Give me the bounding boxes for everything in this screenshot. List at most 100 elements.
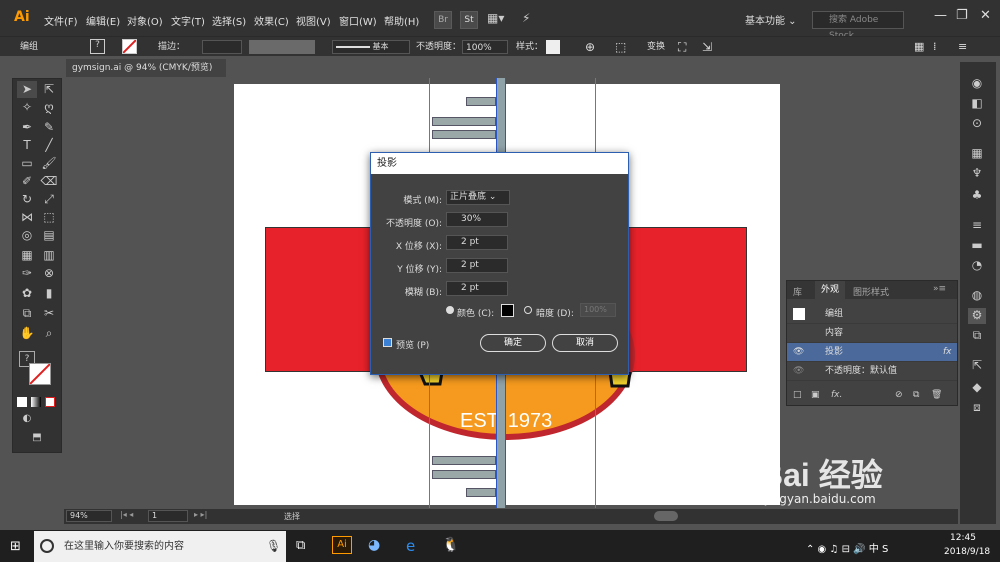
direct-selection-tool-icon[interactable]: ⇱ — [39, 81, 59, 98]
tab-graphic-styles[interactable]: 图形样式 — [853, 285, 889, 298]
add-stroke-icon[interactable]: □ — [793, 390, 802, 400]
slice-tool-icon[interactable]: ✂ — [39, 305, 59, 322]
scale-tool-icon[interactable]: ⤢ — [39, 191, 59, 208]
dumbbell-shape[interactable] — [432, 130, 496, 139]
clear-appearance-icon[interactable]: ⊘ — [895, 390, 903, 400]
fx-icon[interactable]: fx — [943, 343, 952, 362]
fill-swatch[interactable]: ? — [90, 39, 105, 54]
est-1973-text[interactable]: EST. 1973 — [460, 410, 552, 433]
qq-taskbar-icon[interactable]: 🐧 — [442, 537, 459, 553]
bridge-button[interactable]: Br — [434, 11, 452, 29]
browser-taskbar-icon[interactable]: ◕ — [368, 537, 380, 553]
next-artboard-icon[interactable]: ▸ ▸| — [194, 510, 207, 519]
stroke-color-icon[interactable] — [29, 363, 51, 385]
isolate-group-icon[interactable]: ⛶ — [678, 40, 686, 54]
appearance-icon[interactable]: ◍ — [968, 288, 986, 304]
shape-builder-tool-icon[interactable]: ◎ — [17, 227, 37, 244]
shaper-tool-icon[interactable]: ✐ — [17, 173, 37, 190]
mesh-tool-icon[interactable]: ▦ — [17, 247, 37, 264]
menu-select[interactable]: 选择(S) — [212, 13, 246, 28]
zoom-tool-icon[interactable]: ⌕ — [39, 325, 59, 342]
gradient-panel-icon[interactable]: ▬ — [968, 238, 986, 254]
maximize-icon[interactable]: ❐ — [956, 8, 968, 23]
select-similar-icon[interactable]: ⇲ — [702, 40, 712, 54]
magic-wand-tool-icon[interactable]: ✧ — [17, 99, 37, 116]
horizontal-scrollbar[interactable] — [654, 511, 678, 521]
menu-object[interactable]: 对象(O) — [127, 13, 163, 28]
menu-window[interactable]: 窗口(W) — [339, 13, 377, 28]
type-tool-icon[interactable]: T — [17, 137, 37, 154]
delete-item-icon[interactable]: 🗑 — [931, 390, 942, 400]
cancel-button[interactable]: 取消 — [552, 334, 618, 352]
navigator-icon[interactable]: ⊙ — [968, 116, 986, 132]
appearance-row-group[interactable]: 编组 — [787, 305, 957, 324]
layers-icon[interactable]: ◆ — [968, 380, 986, 396]
y-offset-input[interactable]: 2 pt — [446, 258, 508, 273]
windows-start-icon[interactable]: ⊞ — [10, 539, 21, 554]
align-icon[interactable]: ⬚ — [615, 40, 626, 54]
stroke-weight-field[interactable] — [202, 40, 242, 54]
microphone-icon[interactable]: 🎙 — [266, 539, 281, 553]
column-graph-tool-icon[interactable]: ▮ — [39, 285, 59, 302]
stock-button[interactable]: St — [460, 11, 478, 29]
illustrator-taskbar-icon[interactable]: Ai — [332, 536, 352, 554]
free-transform-tool-icon[interactable]: ⬚ — [39, 209, 59, 226]
add-fill-icon[interactable]: ▣ — [811, 390, 820, 400]
dumbbell-shape[interactable] — [432, 470, 496, 479]
swatches-icon[interactable]: ▦ — [968, 146, 986, 162]
gym-letters-shape[interactable] — [380, 372, 640, 394]
document-tab[interactable]: gymsign.ai @ 94% (CMYK/预览) ✕ — [66, 59, 226, 91]
menu-help[interactable]: 帮助(H) — [384, 13, 419, 28]
menu-type[interactable]: 文字(T) — [171, 13, 205, 28]
hand-tool-icon[interactable]: ✋ — [17, 325, 37, 342]
recolor-artwork-icon[interactable]: ⊕ — [585, 40, 595, 54]
pen-tool-icon[interactable]: ✒ — [17, 119, 37, 136]
blend-tool-icon[interactable]: ⊗ — [39, 265, 59, 282]
lasso-tool-icon[interactable]: ღ — [39, 99, 59, 116]
visibility-eye-icon[interactable]: 👁 — [793, 343, 804, 362]
mode-select[interactable]: 正片叠底 ⌄ — [446, 190, 510, 205]
curvature-tool-icon[interactable]: ✎ — [39, 119, 59, 136]
tab-libraries[interactable]: 库 — [793, 285, 802, 298]
artboard-tool-icon[interactable]: ⧉ — [17, 305, 37, 322]
gradient-mode-icon[interactable] — [31, 397, 41, 407]
opacity-input[interactable]: 30% — [446, 212, 508, 227]
width-tool-icon[interactable]: ⋈ — [17, 209, 37, 226]
minimize-icon[interactable]: — — [934, 8, 947, 23]
graphic-style-swatch[interactable] — [546, 40, 560, 54]
arrange-documents-icon[interactable]: ▦▾ — [487, 11, 504, 25]
appearance-row-opacity[interactable]: 👁 不透明度：默认值 — [787, 362, 957, 381]
artboards-icon[interactable]: ⧈ — [968, 400, 986, 416]
brush-definition[interactable]: 基本 — [332, 40, 410, 54]
gpu-performance-icon[interactable]: ⚡ — [522, 11, 530, 25]
variable-width-profile[interactable] — [249, 40, 315, 54]
dumbbell-shape[interactable] — [466, 488, 496, 497]
line-tool-icon[interactable]: ╱ — [39, 137, 59, 154]
add-effect-icon[interactable]: fx. — [831, 390, 842, 400]
gradient-tool-icon[interactable]: ▥ — [39, 247, 59, 264]
task-view-icon[interactable]: ⧉ — [296, 538, 305, 553]
dumbbell-shape[interactable] — [432, 117, 496, 126]
tab-appearance[interactable]: 外观 — [815, 281, 846, 299]
rectangle-tool-icon[interactable]: ▭ — [17, 155, 37, 172]
first-artboard-icon[interactable]: |◂ ◂ — [120, 510, 133, 519]
menu-file[interactable]: 文件(F) — [44, 13, 78, 28]
menu-effect[interactable]: 效果(C) — [254, 13, 289, 28]
clock-time[interactable]: 12:45 — [950, 533, 976, 543]
stroke-panel-icon[interactable]: ≡ — [968, 218, 986, 234]
visibility-eye-icon[interactable]: 👁 — [793, 362, 804, 381]
none-mode-icon[interactable] — [45, 397, 55, 407]
x-offset-input[interactable]: 2 pt — [446, 235, 508, 250]
panel-menu-icon[interactable]: »≡ — [933, 284, 946, 294]
edge-taskbar-icon[interactable]: e — [406, 537, 415, 555]
draw-mode-icon[interactable]: ◐ — [17, 410, 37, 427]
taskbar-search-box[interactable]: 在这里输入你要搜索的内容 — [34, 531, 286, 562]
symbols-icon[interactable]: ♣ — [968, 188, 986, 204]
stock-search-input[interactable]: 搜索 Adobe Stock — [812, 11, 904, 41]
artboard-number-field[interactable]: 1 — [148, 510, 188, 522]
brushes-icon[interactable]: ♆ — [968, 166, 986, 182]
panel-options-icon[interactable]: ⁞ — [933, 40, 937, 54]
appearance-row-contents[interactable]: 内容 — [787, 324, 957, 343]
rotate-tool-icon[interactable]: ↻ — [17, 191, 37, 208]
darkness-input[interactable]: 100% — [580, 303, 616, 317]
